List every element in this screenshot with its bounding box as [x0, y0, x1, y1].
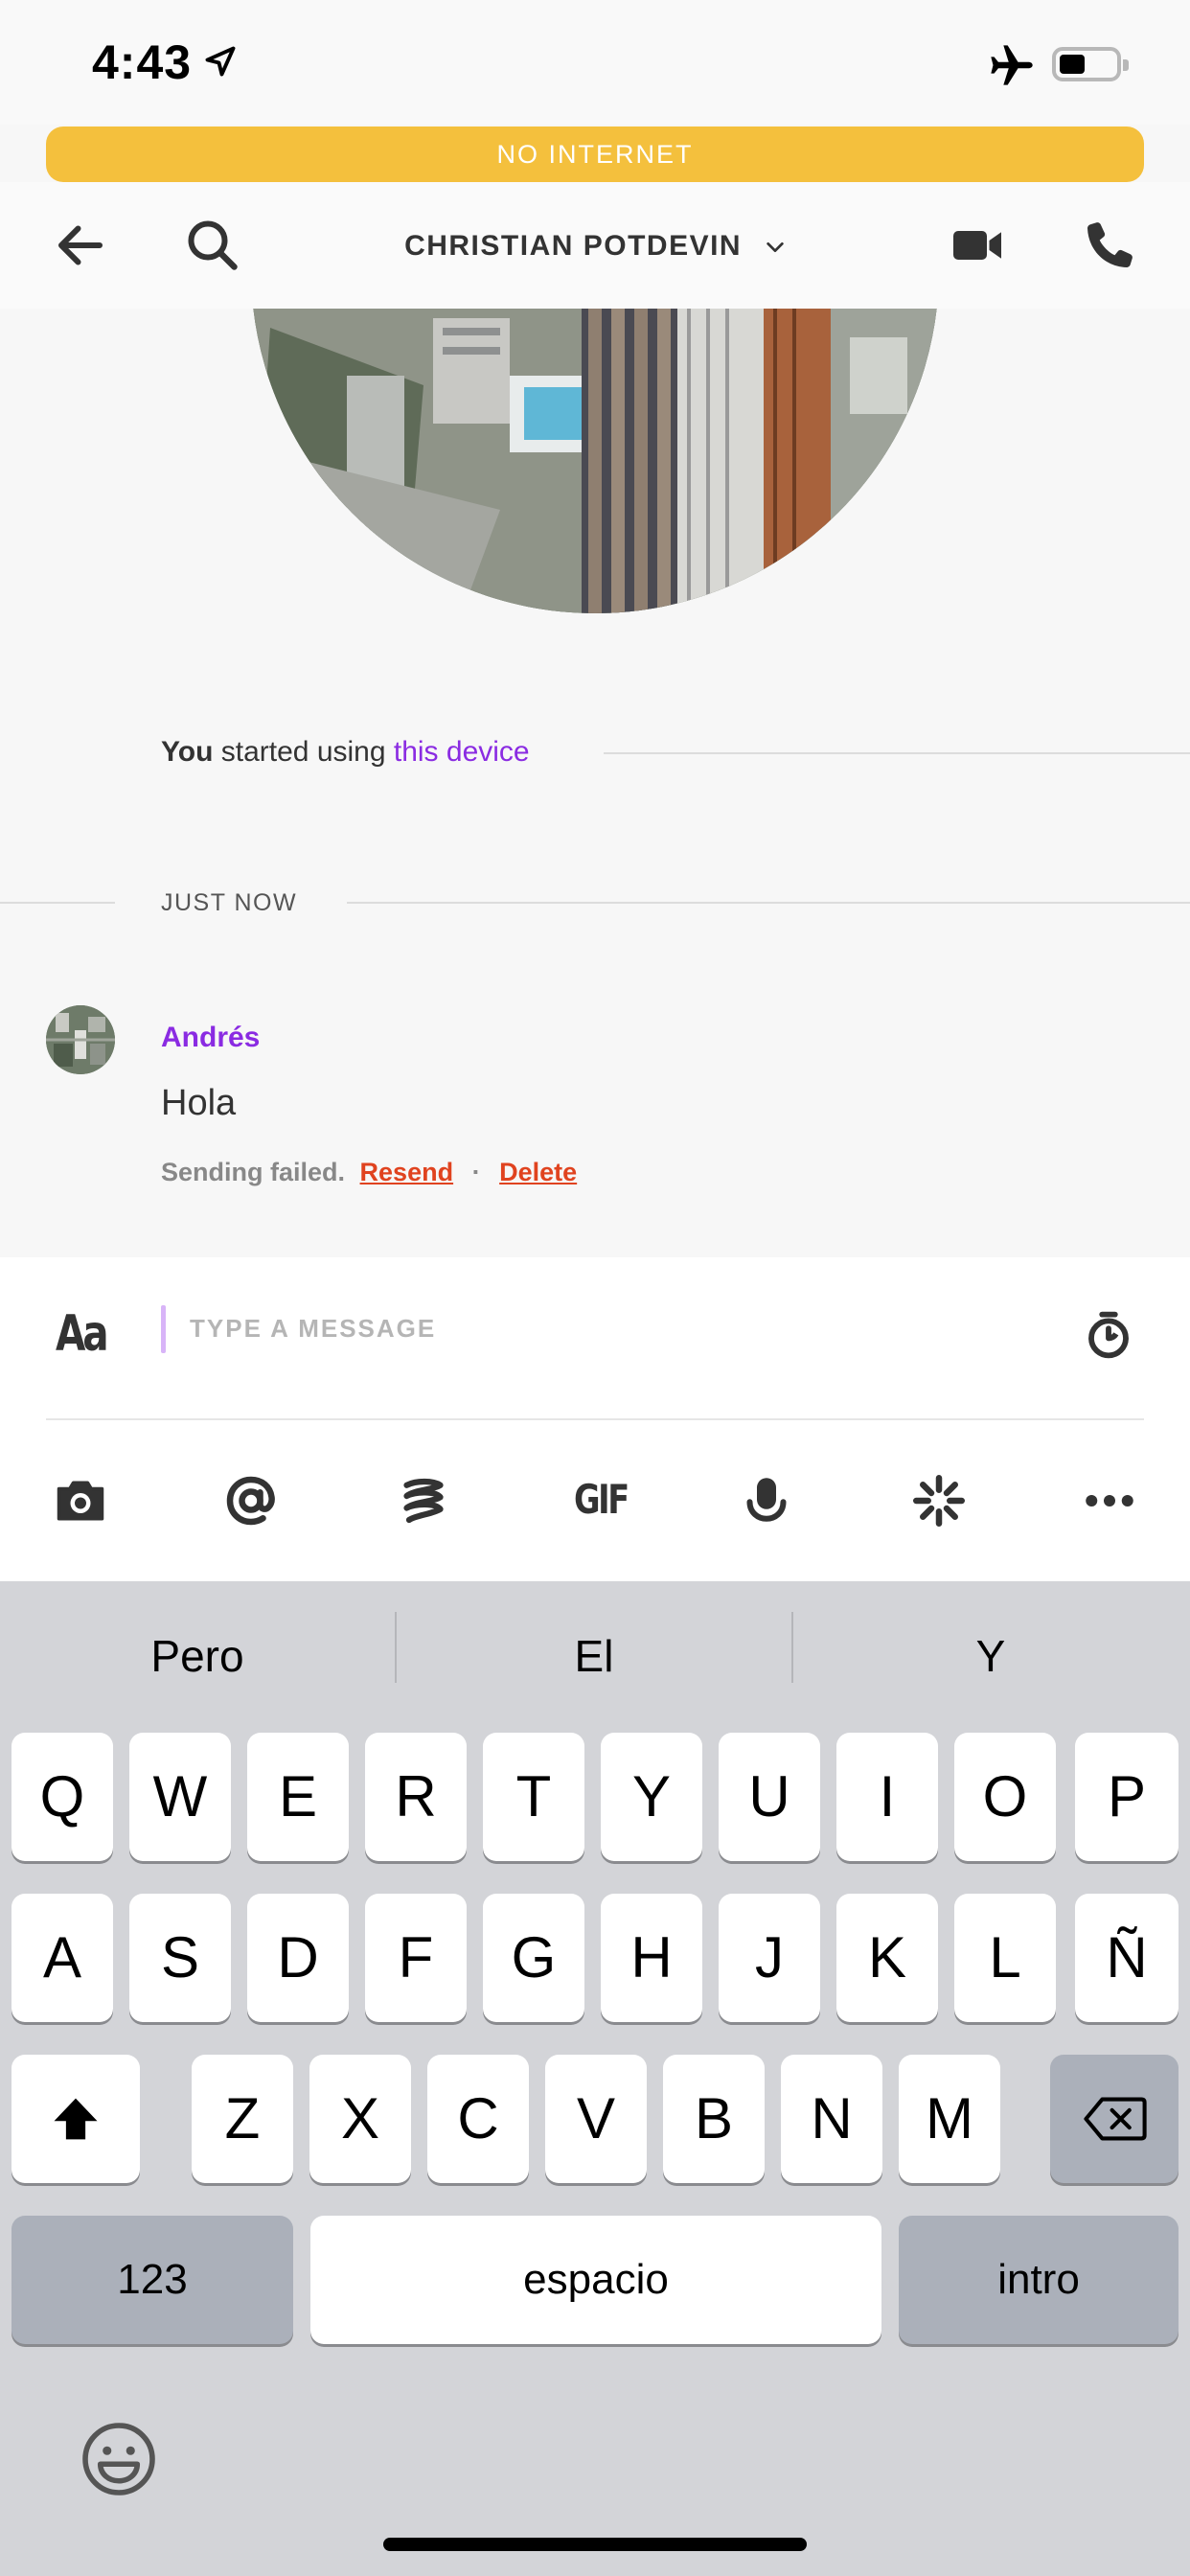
more-options-icon[interactable] — [1081, 1472, 1138, 1530]
date-divider-left — [0, 902, 115, 904]
chevron-down-icon — [767, 242, 784, 253]
return-key[interactable]: intro — [899, 2216, 1179, 2344]
resend-button[interactable]: Resend — [360, 1158, 454, 1186]
key-v[interactable]: V — [545, 2055, 647, 2183]
key-p[interactable]: P — [1075, 1733, 1179, 1861]
key-g[interactable]: G — [483, 1894, 584, 2022]
sketch-icon[interactable] — [395, 1472, 452, 1530]
system-message-actor: You — [161, 736, 214, 768]
sending-failed-status: Sending failed. Resend · Delete — [161, 1158, 577, 1187]
key-t[interactable]: T — [483, 1733, 584, 1861]
gif-button[interactable]: GIF — [574, 1476, 629, 1523]
key-u[interactable]: U — [719, 1733, 820, 1861]
home-indicator — [383, 2538, 807, 2551]
emoji-icon[interactable] — [79, 2419, 159, 2499]
date-separator: JUST NOW — [161, 889, 298, 916]
system-message-divider — [604, 752, 1190, 754]
key-l[interactable]: L — [954, 1894, 1056, 2022]
key-w[interactable]: W — [129, 1733, 231, 1861]
shift-key[interactable] — [11, 2055, 140, 2183]
key-k[interactable]: K — [836, 1894, 938, 2022]
airplane-mode-icon — [991, 45, 1033, 85]
microphone-icon[interactable] — [738, 1472, 795, 1530]
conversation-area: You started using this device JUST NOW A… — [0, 309, 1190, 1257]
ping-icon[interactable] — [910, 1472, 968, 1530]
key-r[interactable]: R — [365, 1733, 467, 1861]
key-s[interactable]: S — [129, 1894, 231, 2022]
message-composer: Aa GIF — [0, 1257, 1190, 1581]
key-z[interactable]: Z — [192, 2055, 293, 2183]
message-text: Hola — [161, 1083, 237, 1123]
key-c[interactable]: C — [427, 2055, 529, 2183]
key-y[interactable]: Y — [601, 1733, 702, 1861]
keyboard: Pero El Y Q W E R T Y U I O P A S D F G … — [0, 1581, 1190, 2576]
shift-arrow-icon — [54, 2098, 98, 2140]
key-q[interactable]: Q — [11, 1733, 113, 1861]
sending-failed-label: Sending failed. — [161, 1158, 346, 1186]
video-call-icon[interactable] — [949, 217, 1006, 274]
key-a[interactable]: A — [11, 1894, 113, 2022]
avatar[interactable] — [46, 1005, 115, 1074]
timer-icon[interactable] — [1083, 1309, 1134, 1361]
system-message: You started using this device — [161, 736, 530, 769]
phone-call-icon[interactable] — [1081, 217, 1138, 274]
text-cursor — [161, 1305, 166, 1353]
delete-button[interactable]: Delete — [499, 1158, 577, 1186]
key-b[interactable]: B — [663, 2055, 765, 2183]
battery-icon — [1052, 47, 1129, 81]
action-separator: · — [471, 1158, 481, 1186]
key-x[interactable]: X — [309, 2055, 411, 2183]
key-o[interactable]: O — [954, 1733, 1056, 1861]
key-d[interactable]: D — [247, 1894, 349, 2022]
this-device-link[interactable]: this device — [394, 736, 530, 768]
conversation-header: CHRISTIAN POTDEVIN — [0, 182, 1190, 309]
key-i[interactable]: I — [836, 1733, 938, 1861]
composer-divider — [46, 1418, 1144, 1420]
system-message-text: started using — [213, 736, 394, 768]
profile-picture — [251, 309, 939, 613]
message-sender[interactable]: Andrés — [161, 1022, 260, 1054]
key-h[interactable]: H — [601, 1894, 702, 2022]
message-input[interactable] — [190, 1307, 956, 1349]
conversation-title[interactable]: CHRISTIAN POTDEVIN — [0, 230, 1190, 263]
no-internet-banner: NO INTERNET — [46, 126, 1144, 182]
key-j[interactable]: J — [719, 1894, 820, 2022]
suggestion-3[interactable]: Y — [793, 1608, 1188, 1704]
key-m[interactable]: M — [899, 2055, 1000, 2183]
key-n[interactable]: N — [781, 2055, 882, 2183]
location-arrow-icon — [205, 46, 236, 77]
conversation-title-text: CHRISTIAN POTDEVIN — [404, 230, 743, 262]
date-divider-right — [347, 902, 1190, 904]
key-f[interactable]: F — [365, 1894, 467, 2022]
camera-icon[interactable] — [52, 1472, 109, 1530]
delete-key[interactable] — [1050, 2055, 1179, 2183]
status-time: 4:43 — [92, 35, 193, 89]
suggestion-2[interactable]: El — [397, 1608, 791, 1704]
backspace-icon — [1084, 2097, 1147, 2141]
key-e[interactable]: E — [247, 1733, 349, 1861]
key-n-tilde[interactable]: Ñ — [1075, 1894, 1179, 2022]
numbers-key[interactable]: 123 — [11, 2216, 293, 2344]
status-bar: 4:43 — [0, 0, 1190, 125]
text-format-icon[interactable]: Aa — [56, 1305, 109, 1363]
mention-icon[interactable] — [222, 1472, 280, 1530]
space-key[interactable]: espacio — [310, 2216, 881, 2344]
suggestion-1[interactable]: Pero — [0, 1608, 395, 1704]
